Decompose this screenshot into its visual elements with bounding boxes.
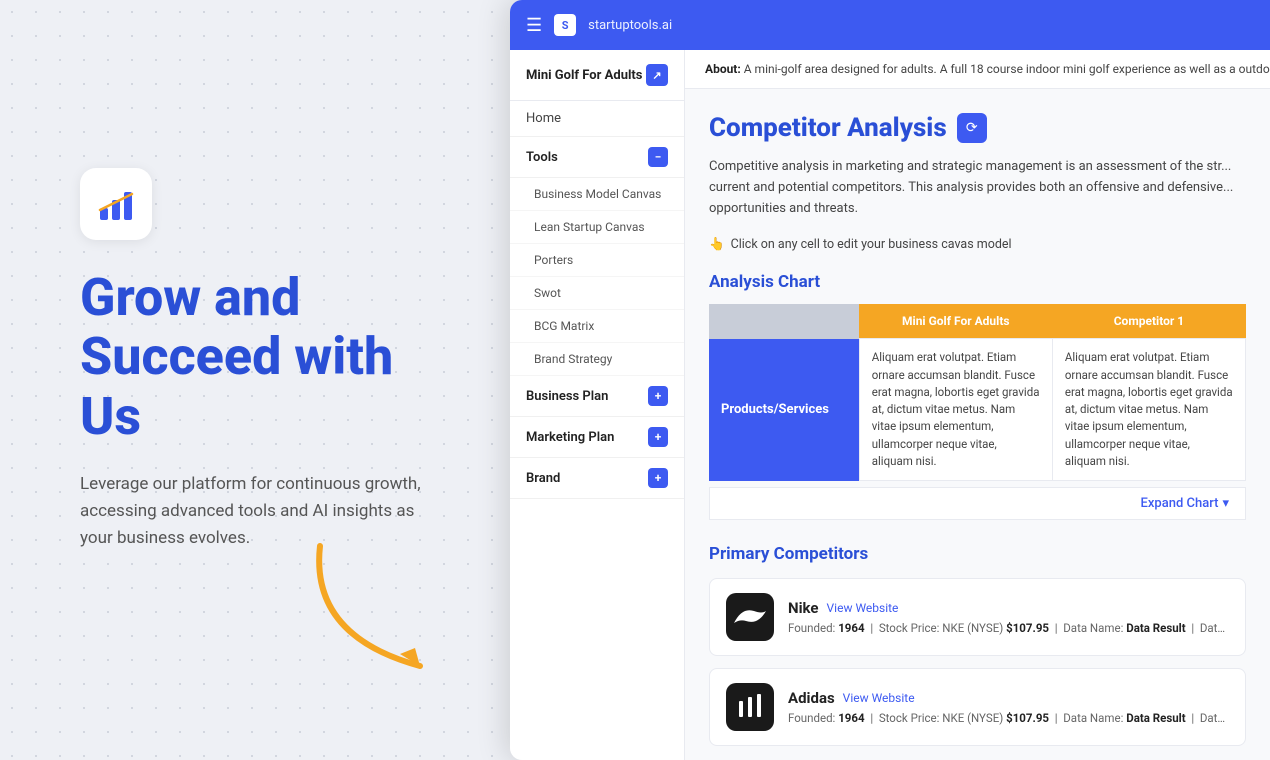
table-header-competitor1[interactable]: Competitor 1 xyxy=(1052,304,1245,339)
hamburger-icon[interactable]: ☰ xyxy=(526,15,542,36)
business-plan-toggle-icon[interactable]: + xyxy=(648,386,668,406)
sidebar-item-brand[interactable]: Brand + xyxy=(510,458,684,499)
competitor-analysis-header: Competitor Analysis ⟳ xyxy=(709,113,1246,143)
sidebar-item-bcg[interactable]: BCG Matrix xyxy=(510,310,684,343)
sidebar-item-tools[interactable]: Tools − xyxy=(510,137,684,178)
sidebar-item-marketing-plan-label: Marketing Plan xyxy=(526,430,614,445)
adidas-meta: Founded: 1964 | Stock Price: NKE (NYSE) … xyxy=(788,711,1229,725)
brand-toggle-icon[interactable]: + xyxy=(648,468,668,488)
about-label: About: xyxy=(705,62,741,76)
click-hint-text: Click on any cell to edit your business … xyxy=(731,237,1012,252)
nike-name: Nike xyxy=(788,599,819,617)
competitor-analysis-title: Competitor Analysis xyxy=(709,113,947,143)
sidebar-item-porters[interactable]: Porters xyxy=(510,244,684,277)
expand-chart-button[interactable]: Expand Chart ▾ xyxy=(709,487,1246,520)
marketing-plan-toggle-icon[interactable]: + xyxy=(648,427,668,447)
sidebar-item-home[interactable]: Home xyxy=(510,101,684,137)
sidebar-item-marketing-plan[interactable]: Marketing Plan + xyxy=(510,417,684,458)
chevron-down-icon: ▾ xyxy=(1222,496,1229,511)
adidas-info: Adidas View Website Founded: 1964 | Stoc… xyxy=(788,689,1229,725)
row-label-products[interactable]: Products/Services xyxy=(709,339,859,481)
expand-chart-label: Expand Chart xyxy=(1141,496,1219,511)
about-text: A mini-golf area designed for adults. A … xyxy=(744,62,1270,76)
adidas-name-row: Adidas View Website xyxy=(788,689,1229,707)
row-cell-competitor1-products[interactable]: Aliquam erat volutpat. Etiam ornare accu… xyxy=(1052,339,1245,481)
browser-bar: ☰ S startuptools.ai xyxy=(510,0,1270,50)
competitor-card-nike: Nike View Website Founded: 1964 | Stock … xyxy=(709,578,1246,656)
table-header-mini-golf[interactable]: Mini Golf For Adults xyxy=(859,304,1052,339)
sidebar-item-business-model[interactable]: Business Model Canvas xyxy=(510,178,684,211)
tools-toggle-icon[interactable]: − xyxy=(648,147,668,167)
app-logo: S xyxy=(554,14,576,36)
adidas-logo xyxy=(726,683,774,731)
adidas-view-website-link[interactable]: View Website xyxy=(843,691,915,705)
app-window: ☰ S startuptools.ai Mini Golf For Adults… xyxy=(510,0,1270,760)
table-row: Products/Services Aliquam erat volutpat.… xyxy=(709,339,1246,481)
row-cell-mini-golf-products[interactable]: Aliquam erat volutpat. Etiam ornare accu… xyxy=(859,339,1052,481)
analysis-table: Mini Golf For Adults Competitor 1 Produc… xyxy=(709,304,1246,481)
app-content: Mini Golf For Adults ↗ Home Tools − Busi… xyxy=(510,50,1270,760)
nike-meta: Founded: 1964 | Stock Price: NKE (NYSE) … xyxy=(788,621,1229,635)
competitor-analysis-description: Competitive analysis in marketing and st… xyxy=(709,157,1246,219)
sidebar-item-home-label: Home xyxy=(526,111,561,126)
click-hint: 👆 Click on any cell to edit your busines… xyxy=(709,237,1246,252)
sidebar-item-brand-label: Brand xyxy=(526,471,560,486)
nike-view-website-link[interactable]: View Website xyxy=(827,601,899,615)
sidebar-project-header: Mini Golf For Adults ↗ xyxy=(510,50,684,101)
browser-url: startuptools.ai xyxy=(588,18,672,33)
adidas-name: Adidas xyxy=(788,689,835,707)
logo-box xyxy=(80,168,152,240)
nike-info: Nike View Website Founded: 1964 | Stock … xyxy=(788,599,1229,635)
sidebar-item-brand-strategy[interactable]: Brand Strategy xyxy=(510,343,684,376)
sidebar-item-tools-label: Tools xyxy=(526,150,558,165)
arrow-decoration xyxy=(300,536,480,700)
sidebar-item-business-plan[interactable]: Business Plan + xyxy=(510,376,684,417)
sidebar-item-lean-startup[interactable]: Lean Startup Canvas xyxy=(510,211,684,244)
sidebar-project-title: Mini Golf For Adults xyxy=(526,68,643,83)
refresh-button[interactable]: ⟳ xyxy=(957,113,987,143)
about-bar: About: A mini-golf area designed for adu… xyxy=(685,50,1270,89)
hero-title: Grow andSucceed with Us xyxy=(80,268,450,447)
sidebar-item-business-plan-label: Business Plan xyxy=(526,389,608,404)
main-scroll-area: Competitor Analysis ⟳ Competitive analys… xyxy=(685,89,1270,760)
competitor-card-adidas: Adidas View Website Founded: 1964 | Stoc… xyxy=(709,668,1246,746)
click-hint-emoji: 👆 xyxy=(709,237,725,252)
sidebar: Mini Golf For Adults ↗ Home Tools − Busi… xyxy=(510,50,685,760)
sidebar-header-icon[interactable]: ↗ xyxy=(646,64,668,86)
table-header-empty xyxy=(709,304,859,339)
chart-section-title: Analysis Chart xyxy=(709,272,1246,292)
main-content: About: A mini-golf area designed for adu… xyxy=(685,50,1270,760)
primary-competitors-title: Primary Competitors xyxy=(709,544,1246,564)
nike-name-row: Nike View Website xyxy=(788,599,1229,617)
nike-logo xyxy=(726,593,774,641)
sidebar-item-swot[interactable]: Swot xyxy=(510,277,684,310)
left-panel: Grow andSucceed with Us Leverage our pla… xyxy=(0,0,510,760)
